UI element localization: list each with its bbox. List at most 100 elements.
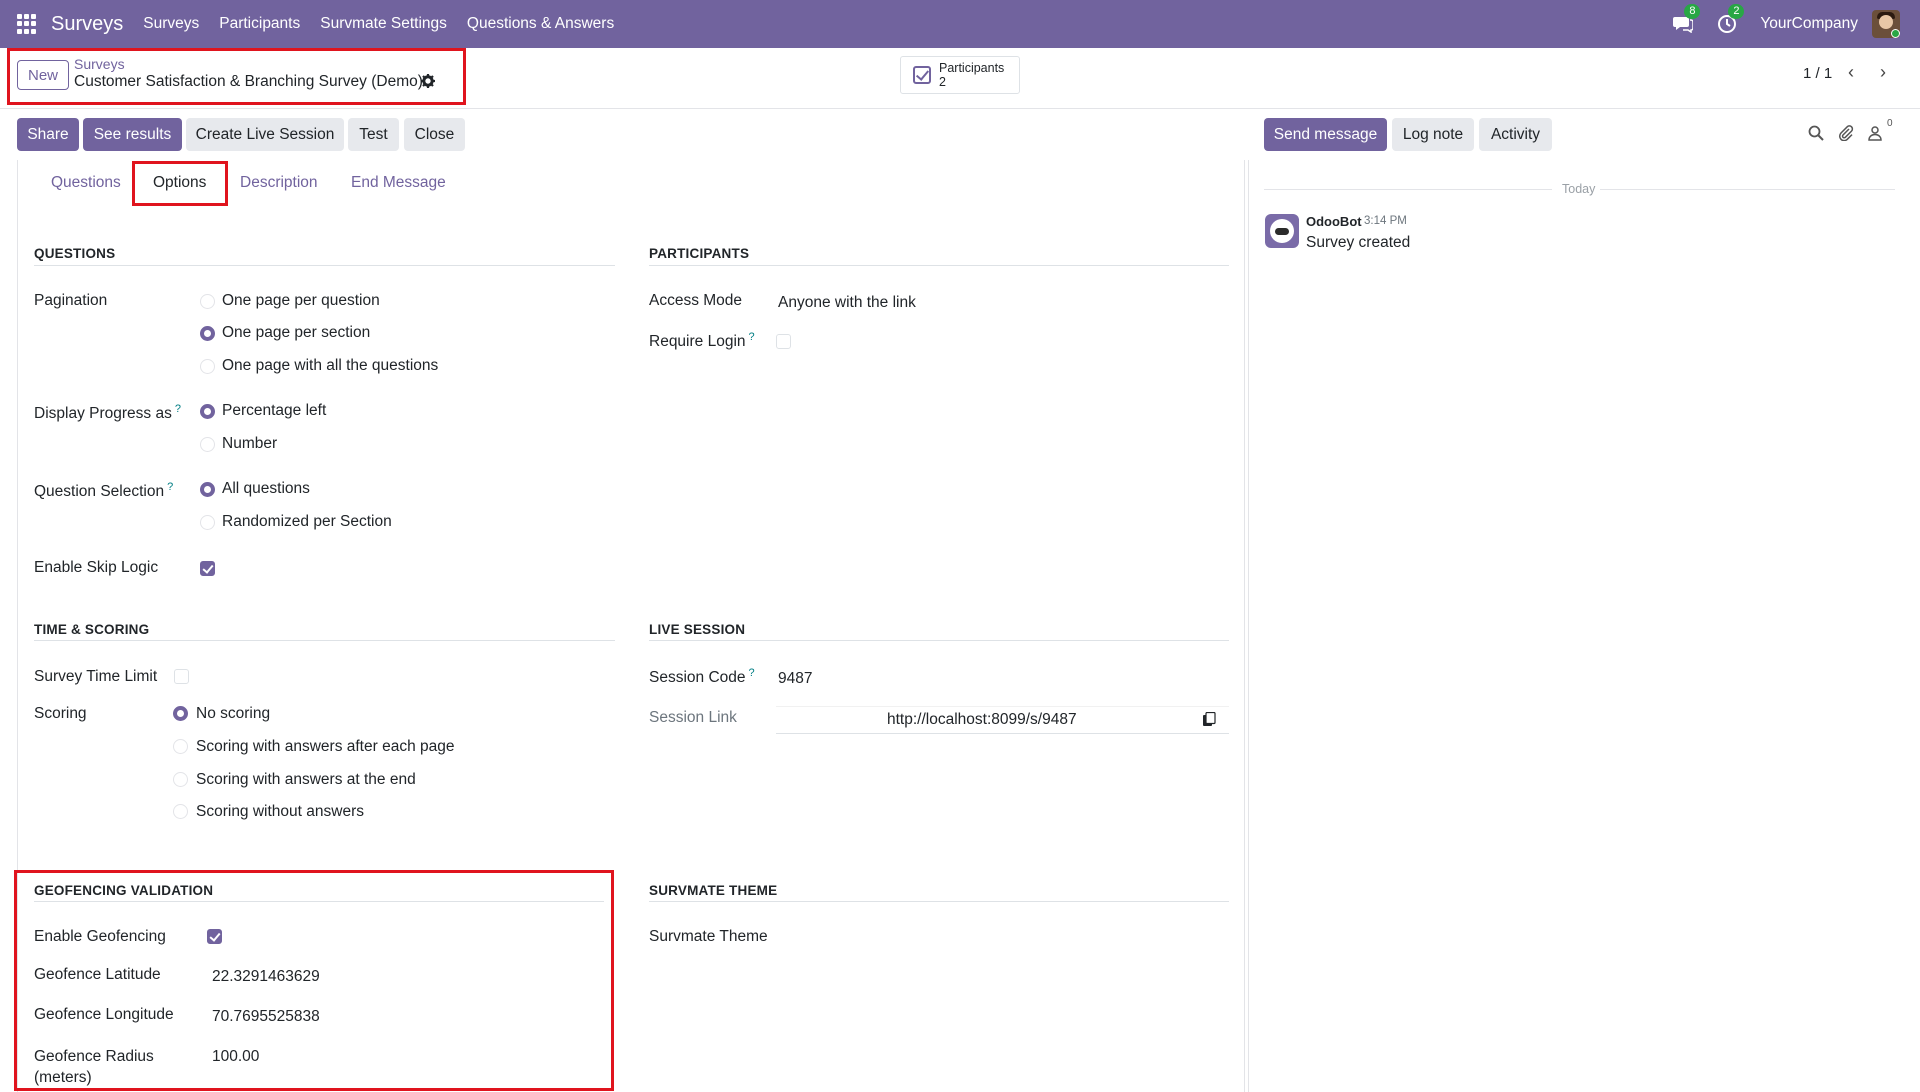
close-button[interactable]: Close — [404, 118, 465, 151]
pagination-radio-question[interactable] — [200, 294, 215, 309]
enable-geofencing-label: Enable Geofencing — [34, 928, 166, 945]
tab-end-message[interactable]: End Message — [351, 174, 446, 192]
section-divider — [34, 640, 615, 641]
scoring-radio-end[interactable] — [173, 772, 188, 787]
selection-radio-all[interactable] — [200, 482, 215, 497]
breadcrumb-parent[interactable]: Surveys — [74, 56, 125, 72]
progress-radio-percentage[interactable] — [200, 404, 215, 419]
send-message-button[interactable]: Send message — [1264, 118, 1387, 151]
pagination-option-question[interactable]: One page per question — [222, 292, 380, 310]
top-navbar: Surveys Surveys Participants Survmate Se… — [0, 0, 1920, 48]
section-divider — [34, 901, 604, 902]
pagination-label: Pagination — [34, 292, 108, 309]
session-code-value[interactable]: 9487 — [778, 670, 812, 688]
time-limit-checkbox[interactable] — [174, 669, 189, 684]
app-brand[interactable]: Surveys — [51, 13, 123, 36]
enable-geofencing-checkbox[interactable] — [207, 929, 222, 944]
section-participants-title: PARTICIPANTS — [649, 246, 750, 261]
followers-icon[interactable]: 0 — [1868, 118, 1893, 146]
section-questions-title: QUESTIONS — [34, 246, 116, 261]
geofence-radius-label: Geofence Radius (meters) — [34, 1048, 154, 1086]
scoring-radio-each-page[interactable] — [173, 739, 188, 754]
participants-stat-button[interactable]: Participants 2 — [900, 56, 1020, 94]
survmate-theme-label: Survmate Theme — [649, 928, 768, 945]
selection-option-randomized[interactable]: Randomized per Section — [222, 513, 392, 531]
tab-questions[interactable]: Questions — [51, 174, 121, 192]
section-divider — [649, 901, 1229, 902]
log-note-button[interactable]: Log note — [1392, 118, 1474, 151]
activities-clock-icon[interactable]: 2 — [1716, 4, 1745, 35]
tab-description[interactable]: Description — [240, 174, 318, 192]
message-time: 3:14 PM — [1364, 215, 1407, 227]
scoring-option-each-page[interactable]: Scoring with answers after each page — [196, 738, 454, 756]
menu-surveys[interactable]: Surveys — [133, 15, 209, 33]
require-login-label: Require Login? — [649, 331, 755, 351]
search-icon[interactable] — [1808, 125, 1824, 146]
progress-option-percentage[interactable]: Percentage left — [222, 402, 326, 420]
checkbox-icon — [913, 66, 931, 84]
selection-radio-randomized[interactable] — [200, 515, 215, 530]
menu-participants[interactable]: Participants — [209, 15, 310, 33]
highlight-options-tab — [132, 161, 228, 206]
breadcrumb-current: Customer Satisfaction & Branching Survey… — [74, 73, 423, 90]
scoring-radio-none[interactable] — [173, 706, 188, 721]
require-login-checkbox[interactable] — [776, 334, 791, 349]
help-icon[interactable]: ? — [749, 667, 755, 679]
geofence-radius-value[interactable]: 100.00 — [212, 1048, 259, 1066]
company-switcher[interactable]: YourCompany — [1760, 15, 1858, 33]
section-theme-title: SURVMATE THEME — [649, 883, 778, 898]
progress-option-number[interactable]: Number — [222, 435, 277, 453]
message-author[interactable]: OdooBot — [1306, 214, 1362, 229]
user-avatar[interactable] — [1872, 10, 1900, 38]
geofence-longitude-value[interactable]: 70.7695525838 — [212, 1008, 320, 1026]
geofence-longitude-label: Geofence Longitude — [34, 1006, 174, 1023]
pagination-radio-section[interactable] — [200, 326, 215, 341]
pager-value[interactable]: 1 / 1 — [1803, 65, 1832, 82]
session-link-label: Session Link — [649, 709, 737, 726]
pagination-radio-all[interactable] — [200, 359, 215, 374]
access-mode-value[interactable]: Anyone with the link — [778, 294, 916, 312]
stat-label: Participants — [939, 61, 1005, 75]
messages-badge: 8 — [1684, 4, 1701, 19]
scoring-option-end[interactable]: Scoring with answers at the end — [196, 771, 416, 789]
menu-questions-answers[interactable]: Questions & Answers — [457, 15, 624, 33]
help-icon[interactable]: ? — [749, 331, 755, 343]
skip-logic-checkbox[interactable] — [200, 561, 215, 576]
help-icon[interactable]: ? — [167, 481, 173, 493]
selection-option-all[interactable]: All questions — [222, 480, 310, 498]
see-results-button[interactable]: See results — [83, 118, 182, 151]
section-divider — [649, 265, 1229, 266]
paperclip-icon[interactable] — [1838, 125, 1854, 146]
new-button[interactable]: New — [17, 60, 69, 90]
chevron-left-icon[interactable]: ‹ — [1848, 62, 1854, 83]
progress-radio-number[interactable] — [200, 437, 215, 452]
messages-icon[interactable]: 8 — [1672, 4, 1701, 35]
gear-icon[interactable] — [421, 74, 435, 92]
create-live-session-button[interactable]: Create Live Session — [186, 118, 344, 151]
apps-menu-icon[interactable] — [17, 14, 37, 34]
question-selection-label: Question Selection? — [34, 481, 174, 501]
scoring-option-none[interactable]: No scoring — [196, 705, 270, 723]
pagination-option-all[interactable]: One page with all the questions — [222, 357, 438, 375]
scoring-option-without[interactable]: Scoring without answers — [196, 803, 364, 821]
pagination-option-section[interactable]: One page per section — [222, 324, 370, 342]
followers-count: 0 — [1887, 118, 1893, 129]
section-divider — [34, 265, 615, 266]
scoring-label: Scoring — [34, 705, 87, 722]
geofence-latitude-value[interactable]: 22.3291463629 — [212, 968, 320, 986]
scoring-radio-without[interactable] — [173, 804, 188, 819]
help-icon[interactable]: ? — [175, 403, 181, 415]
session-link-value[interactable]: http://localhost:8099/s/9487 — [887, 711, 1077, 729]
date-label: Today — [1562, 182, 1596, 196]
message-body: Survey created — [1306, 234, 1411, 251]
share-button[interactable]: Share — [17, 118, 79, 151]
copy-clipboard-icon[interactable] — [1202, 711, 1216, 732]
section-geofencing-title: GEOFENCING VALIDATION — [34, 883, 214, 898]
test-button[interactable]: Test — [348, 118, 399, 151]
activity-button[interactable]: Activity — [1479, 118, 1552, 151]
chatter-separator — [1248, 160, 1249, 1092]
chevron-right-icon[interactable]: › — [1880, 62, 1886, 83]
menu-survmate-settings[interactable]: Survmate Settings — [310, 15, 457, 33]
odoobot-avatar[interactable] — [1265, 214, 1299, 248]
date-divider — [1264, 189, 1552, 190]
